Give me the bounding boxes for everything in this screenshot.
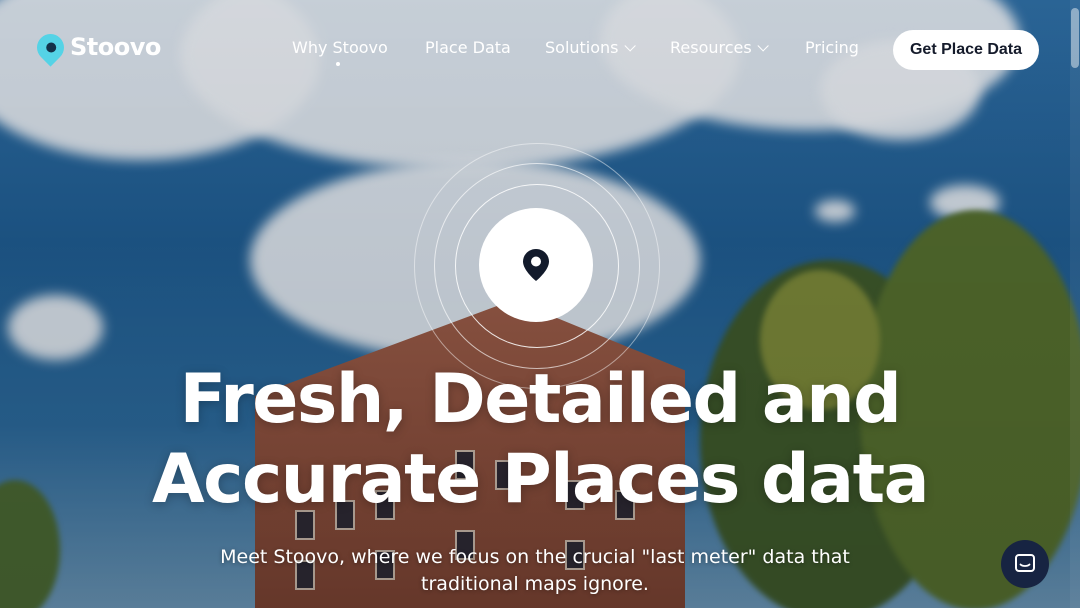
- chat-bubble-icon: [1015, 554, 1035, 572]
- nav-item-place-data[interactable]: Place Data: [425, 38, 511, 57]
- active-indicator-dot: [336, 62, 340, 66]
- chevron-down-icon: [623, 39, 636, 52]
- brand-logo[interactable]: Stoovo: [31, 27, 161, 67]
- chevron-down-icon: [757, 39, 769, 52]
- headline-line-2: Accurate Places data: [152, 440, 929, 519]
- nav-item-label: Solutions: [545, 38, 619, 57]
- hero-headline: Fresh, Detailed and Accurate Places data: [0, 360, 1080, 520]
- nav-item-label: Pricing: [805, 38, 859, 57]
- nav-item-label: Place Data: [425, 38, 511, 57]
- get-place-data-button[interactable]: Get Place Data: [893, 30, 1039, 70]
- chat-launcher-button[interactable]: [1001, 540, 1049, 588]
- nav-item-why-stoovo[interactable]: Why Stoovo: [292, 38, 388, 66]
- headline-line-1: Fresh, Detailed and: [179, 360, 902, 439]
- scrollbar-thumb[interactable]: [1071, 8, 1079, 68]
- map-pin-badge: [479, 208, 593, 322]
- nav-item-label: Resources: [670, 38, 752, 57]
- nav-item-solutions[interactable]: Solutions: [545, 38, 636, 57]
- top-navigation: Stoovo Why Stoovo Place Data Solutions R…: [0, 0, 1080, 100]
- nav-item-pricing[interactable]: Pricing: [805, 38, 859, 57]
- hero-subtext: Meet Stoovo, where we focus on the cruci…: [220, 546, 850, 595]
- brand-name: Stoovo: [70, 33, 161, 61]
- nav-item-label: Why Stoovo: [292, 38, 388, 57]
- location-pin-smiley-icon: [31, 27, 70, 67]
- nav-item-resources[interactable]: Resources: [670, 38, 769, 57]
- map-pin-icon: [523, 249, 549, 281]
